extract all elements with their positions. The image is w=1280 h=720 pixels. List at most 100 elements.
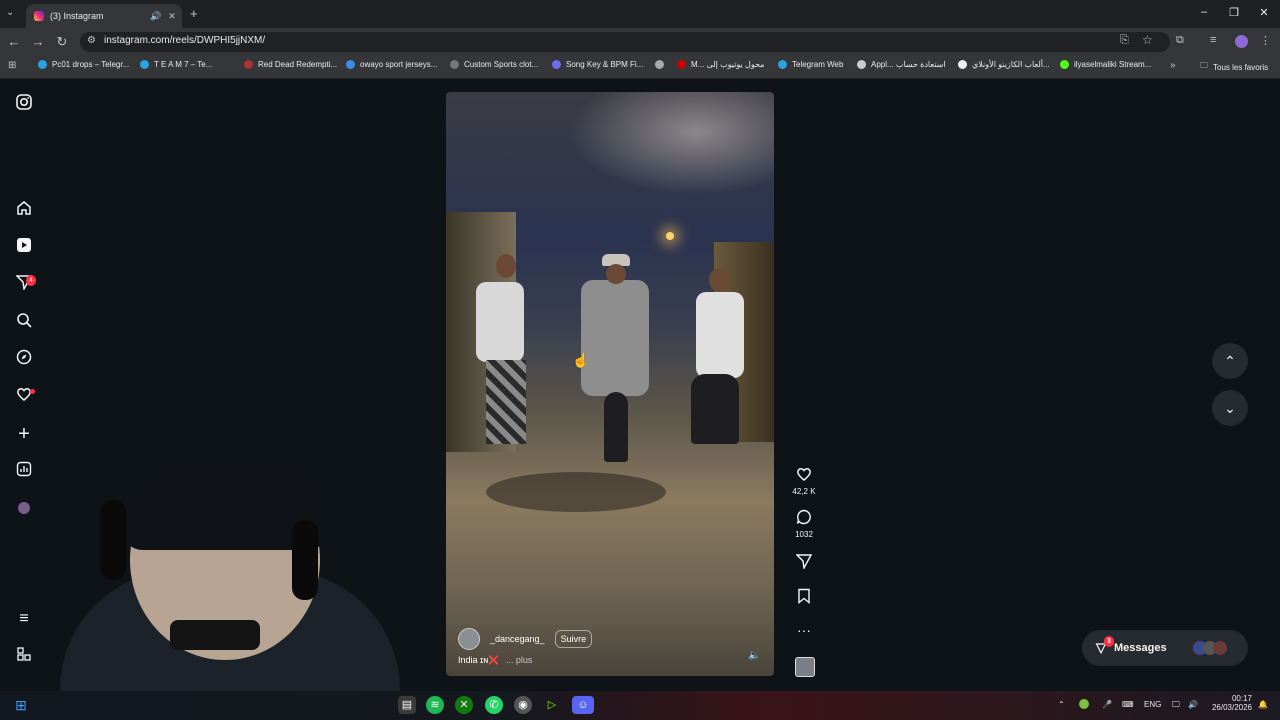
headphone-right — [292, 520, 318, 600]
globe-bookmark[interactable] — [655, 60, 669, 69]
messages-button[interactable]: ▽ 3 Messages — [1082, 630, 1248, 666]
bookmark-item[interactable]: Custom Sports clot... — [450, 60, 538, 69]
explore-compass-icon[interactable] — [14, 349, 34, 369]
bookmark-item[interactable]: Song Key & BPM Fi... — [552, 60, 643, 69]
all-bookmarks-folder[interactable]: 🗀 Tous les favoris — [1200, 60, 1268, 74]
more-options-icon[interactable]: ··· — [790, 622, 818, 638]
dancer-center-head — [606, 264, 626, 284]
reels-icon[interactable] — [14, 237, 34, 257]
more-link[interactable]: ... plus — [506, 655, 533, 665]
dashboard-icon[interactable] — [14, 461, 34, 481]
close-window-button[interactable]: ✕ — [1254, 6, 1274, 19]
taskbar-app-icon[interactable]: ▤ — [398, 696, 416, 714]
apps-grid-icon[interactable]: ⊞ — [8, 60, 16, 71]
follow-button[interactable]: Suivre — [554, 630, 593, 648]
tab-title: (3) Instagram — [50, 11, 104, 21]
tray-app-icon[interactable] — [1079, 699, 1089, 709]
close-tab-icon[interactable]: ✕ — [166, 11, 178, 22]
whatsapp-icon[interactable]: ✆ — [485, 696, 503, 714]
bookmark-icon[interactable] — [790, 588, 818, 609]
search-icon[interactable] — [14, 312, 34, 332]
notification-bell-icon[interactable]: 🔔 — [1258, 700, 1268, 709]
comment-count: 1032 — [795, 530, 813, 539]
share-action[interactable] — [790, 553, 818, 574]
windows-start-icon[interactable]: ⊞ — [12, 696, 30, 714]
media-player-icon[interactable]: ▷ — [543, 696, 561, 714]
bookmark-item[interactable]: Red Dead Redempti... — [244, 60, 337, 69]
home-icon[interactable] — [14, 200, 34, 220]
extensions-icon[interactable]: ⧉ — [1176, 34, 1184, 47]
sound-icon[interactable]: 🔈 — [748, 650, 760, 661]
media-icon[interactable]: ≡ — [1210, 34, 1216, 46]
reload-button[interactable]: ↻ — [54, 34, 70, 50]
mouse-cursor: ☝ — [572, 352, 590, 368]
dancer-center — [581, 280, 649, 396]
webcam-overlay — [40, 430, 420, 700]
telegram-icon — [38, 60, 47, 69]
also-from-meta-icon[interactable] — [14, 646, 34, 666]
clock-date: 26/03/2026 — [1211, 703, 1252, 712]
more-bookmarks-icon[interactable]: » — [1170, 60, 1176, 71]
install-app-icon[interactable]: ⎘ — [1120, 34, 1129, 47]
profile-avatar-icon[interactable] — [18, 502, 30, 514]
bookmark-item[interactable]: Appl... استعادة حساب — [857, 60, 946, 69]
bookmark-item[interactable]: owayo sport jerseys... — [346, 60, 437, 69]
clock[interactable]: 00:17 26/03/2026 — [1210, 694, 1252, 712]
forward-button[interactable]: → — [30, 34, 46, 49]
keyboard-icon[interactable]: ⌨ — [1122, 700, 1134, 709]
bookmark-item[interactable]: T E A M 7 – Te... — [140, 60, 212, 69]
instagram-favicon-icon — [34, 11, 44, 21]
heart-icon[interactable] — [790, 466, 818, 487]
tray-overflow-icon[interactable]: ⌃ — [1058, 700, 1065, 709]
language-indicator[interactable]: ENG — [1144, 700, 1161, 709]
previous-reel-button[interactable]: ⌃ — [1212, 343, 1248, 379]
bookmark-item[interactable]: ilyaselmaliki Stream... — [1060, 60, 1151, 69]
game-icon — [244, 60, 253, 69]
network-icon[interactable]: 🖵 — [1172, 700, 1180, 710]
bookmark-item[interactable]: ألعاب الكازينو الأونلاي... — [958, 60, 1050, 69]
caption-text: India ɪɴ❌ — [458, 655, 500, 665]
bookmark-star-icon[interactable]: ☆ — [1142, 33, 1153, 47]
shirt-icon — [450, 60, 459, 69]
bookmark-item[interactable]: M... محول يوتيوب إلى — [677, 60, 764, 69]
author-username[interactable]: _dancegang_ — [490, 634, 545, 644]
comment-action[interactable]: 1032 — [790, 509, 818, 539]
spotify-icon[interactable]: ≋ — [426, 696, 444, 714]
apple-icon — [857, 60, 866, 69]
menu-icon[interactable]: ⋮ — [1260, 34, 1271, 47]
headphone-left — [100, 500, 126, 580]
audio-thumbnail[interactable] — [795, 657, 815, 677]
music-icon — [552, 60, 561, 69]
save-action[interactable] — [790, 588, 818, 609]
volume-icon[interactable]: 🔊 — [1188, 700, 1198, 709]
new-tab-button[interactable]: + — [190, 6, 198, 21]
back-button[interactable]: ← — [6, 34, 22, 49]
url-text[interactable]: instagram.com/reels/DWPHI5jjNXM/ — [104, 35, 265, 46]
chrome-icon[interactable]: ◉ — [514, 696, 532, 714]
microphone-icon[interactable]: 🎤 — [1102, 700, 1112, 709]
share-icon[interactable] — [790, 553, 818, 574]
xbox-icon[interactable]: ✕ — [455, 696, 473, 714]
more-menu-icon[interactable]: ≡ — [14, 609, 34, 629]
site-info-icon[interactable]: ⚙ — [87, 35, 96, 46]
bookmark-item[interactable]: Telegram Web — [778, 60, 843, 69]
maximize-button[interactable]: ❐ — [1224, 6, 1244, 19]
owayo-icon — [346, 60, 355, 69]
reel-video[interactable] — [446, 92, 774, 676]
discord-icon[interactable]: ☺ — [572, 696, 594, 714]
profile-avatar[interactable] — [1235, 35, 1248, 48]
next-reel-button[interactable]: ⌄ — [1212, 390, 1248, 426]
author-avatar[interactable] — [458, 628, 480, 650]
speaker-icon[interactable]: 🔊 — [150, 11, 162, 22]
like-action[interactable]: 42,2 K — [790, 466, 818, 496]
create-plus-icon[interactable]: + — [14, 424, 34, 444]
comment-icon[interactable] — [790, 509, 818, 530]
message-avatars — [1192, 641, 1227, 655]
dancer-left — [476, 282, 524, 362]
bookmark-item[interactable]: Pc01 drops – Telegr... — [38, 60, 129, 69]
browser-tab[interactable]: (3) Instagram 🔊 ✕ — [26, 4, 182, 28]
video-scene-shadow — [486, 472, 666, 512]
instagram-logo-icon[interactable] — [14, 94, 34, 114]
tab-search-icon[interactable]: ⌄ — [6, 7, 14, 18]
minimize-button[interactable]: – — [1194, 6, 1214, 18]
